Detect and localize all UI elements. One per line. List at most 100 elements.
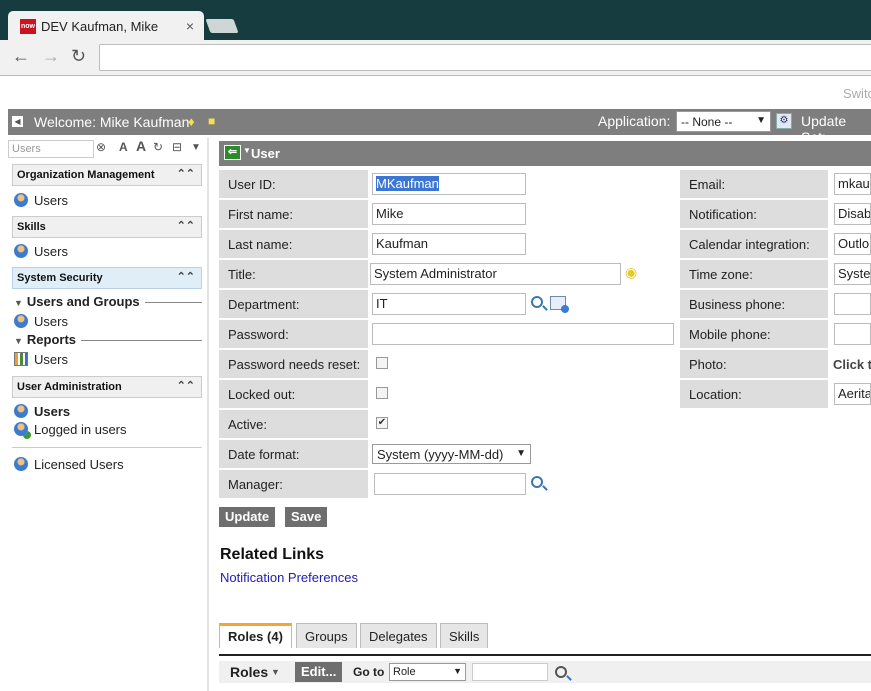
nav-item-users[interactable]: Users — [14, 314, 68, 329]
forward-icon[interactable]: → — [42, 46, 60, 67]
locked-out-checkbox[interactable] — [376, 387, 388, 399]
collapse-icon[interactable]: ⌃⌃ — [177, 167, 195, 180]
context-menu-icon[interactable]: ▼ — [243, 146, 251, 155]
tab-delegates[interactable]: Delegates — [360, 623, 437, 648]
divider — [12, 447, 202, 448]
mobile-phone-field[interactable] — [834, 323, 871, 345]
label-notification: Notification: — [680, 200, 828, 228]
nav-item-users[interactable]: Users — [14, 244, 68, 259]
goto-select[interactable]: Role ▼ — [389, 663, 466, 681]
section-skills[interactable]: Skills ⌃⌃ — [12, 216, 202, 238]
edit-button[interactable]: Edit... — [295, 662, 343, 682]
email-field[interactable]: mkauf — [834, 173, 871, 195]
browser-tab[interactable]: now DEV Kaufman, Mike × — [8, 11, 204, 41]
section-user-administration[interactable]: User Administration ⌃⌃ — [12, 376, 202, 398]
welcome-text: Welcome: Mike Kaufman — [34, 114, 190, 130]
expand-triangle-icon: ▼ — [14, 298, 23, 308]
back-icon[interactable]: ← — [12, 46, 30, 67]
roles-list-label[interactable]: Roles — [230, 664, 268, 680]
nav-item-users-active[interactable]: Users — [14, 404, 70, 419]
refresh-nav-icon[interactable]: ↻ — [153, 140, 163, 154]
lock-icon[interactable]: ■ — [208, 114, 215, 128]
nav-item-label: Licensed Users — [34, 457, 124, 472]
back-arrow-icon[interactable]: ⇐ — [224, 145, 241, 160]
reload-icon[interactable]: ↻ — [71, 46, 86, 67]
section-system-security[interactable]: System Security ⌃⌃ — [12, 267, 202, 289]
subsection-users-and-groups[interactable]: ▼ Users and Groups — [14, 294, 140, 309]
password-field[interactable] — [372, 323, 674, 345]
tab-divider — [219, 654, 871, 656]
tab-groups[interactable]: Groups — [296, 623, 357, 648]
switch-link[interactable]: Switc — [843, 86, 871, 101]
notification-preferences-link[interactable]: Notification Preferences — [220, 570, 358, 585]
clear-filter-icon[interactable]: ⊗ — [96, 140, 106, 154]
nav-item-label: Users — [34, 404, 71, 419]
tab-title: DEV Kaufman, Mike — [41, 19, 159, 34]
photo-upload-link[interactable]: Click t — [833, 357, 871, 372]
notification-select[interactable]: Disab — [834, 203, 871, 225]
date-format-value: System (yyyy-MM-dd) — [377, 447, 504, 462]
time-zone-select[interactable]: Syste — [834, 263, 871, 285]
tab-close-icon[interactable]: × — [186, 18, 194, 34]
label-email: Email: — [680, 170, 828, 198]
label-title: Title: — [219, 260, 368, 288]
collapse-icon[interactable]: ⌃⌃ — [177, 270, 195, 283]
label-department: Department: — [219, 290, 368, 318]
font-size-large-icon[interactable]: A — [136, 138, 146, 154]
search-icon[interactable] — [531, 476, 543, 488]
search-icon[interactable] — [555, 666, 567, 678]
department-field[interactable]: IT — [372, 293, 526, 315]
nav-item-label: Users — [34, 314, 68, 329]
subsection-title: Reports — [26, 332, 77, 347]
goto-select-value: Role — [393, 666, 416, 678]
user-icon — [14, 314, 28, 328]
manager-field[interactable] — [374, 473, 526, 495]
subsection-reports[interactable]: ▼ Reports — [14, 332, 76, 347]
collapse-icon[interactable]: ⌃⌃ — [177, 379, 195, 392]
location-field[interactable]: Aeritac — [834, 383, 871, 405]
application-settings-icon[interactable]: ⚙ — [776, 113, 792, 129]
chevron-down-icon: ▼ — [756, 115, 766, 126]
collapse-nav-icon[interactable]: ◀ — [12, 116, 23, 127]
nav-filter-input[interactable]: Users — [8, 140, 94, 158]
nav-options-icon[interactable]: ▼ — [191, 142, 201, 153]
search-icon[interactable] — [531, 296, 543, 308]
tab-skills[interactable]: Skills — [440, 623, 489, 648]
calendar-integration-select[interactable]: Outlo — [834, 233, 871, 255]
address-bar[interactable] — [99, 44, 871, 71]
user-icon — [14, 244, 28, 258]
goto-search-input[interactable] — [472, 663, 548, 681]
expand-triangle-icon: ▼ — [14, 336, 23, 346]
font-size-small-icon[interactable]: A — [119, 140, 128, 154]
section-title: User Administration — [17, 381, 122, 393]
chevron-down-icon[interactable]: ▼ — [271, 667, 280, 677]
password-needs-reset-checkbox[interactable] — [376, 357, 388, 369]
tab-roles[interactable]: Roles (4) — [219, 623, 292, 648]
last-name-field[interactable]: Kaufman — [372, 233, 526, 255]
collapse-icon[interactable]: ⌃⌃ — [177, 219, 195, 232]
save-button[interactable]: Save — [285, 507, 328, 527]
subsection-title: Users and Groups — [26, 294, 140, 309]
first-name-field[interactable]: Mike — [372, 203, 526, 225]
lightbulb-icon[interactable]: ♦ — [188, 114, 195, 129]
lightbulb-icon[interactable]: ◉ — [625, 264, 637, 281]
nav-item-logged-in-users[interactable]: Logged in users — [14, 422, 127, 437]
nav-item-users-report[interactable]: Users — [14, 352, 68, 367]
label-active: Active: — [219, 410, 368, 438]
new-tab-button[interactable] — [205, 19, 239, 33]
left-navigation: Users ⊗ A A ↻ ⊟ ▼ Organization Managemen… — [8, 138, 209, 691]
date-format-select[interactable]: System (yyyy-MM-dd) ▼ — [372, 444, 531, 464]
divider — [145, 302, 202, 303]
business-phone-field[interactable] — [834, 293, 871, 315]
active-checkbox[interactable]: ✔ — [376, 417, 388, 429]
selected-text: MKaufman — [376, 176, 439, 191]
title-field[interactable]: System Administrator — [370, 263, 621, 285]
nav-item-users[interactable]: Users — [14, 193, 68, 208]
application-select[interactable]: -- None -- ▼ — [676, 111, 771, 132]
reference-info-icon[interactable] — [550, 296, 569, 313]
user-id-field[interactable]: MKaufman — [372, 173, 526, 195]
nav-item-licensed-users[interactable]: Licensed Users — [14, 457, 124, 472]
collapse-all-icon[interactable]: ⊟ — [172, 140, 182, 154]
section-organization-management[interactable]: Organization Management ⌃⌃ — [12, 164, 202, 186]
update-button[interactable]: Update — [219, 507, 276, 527]
